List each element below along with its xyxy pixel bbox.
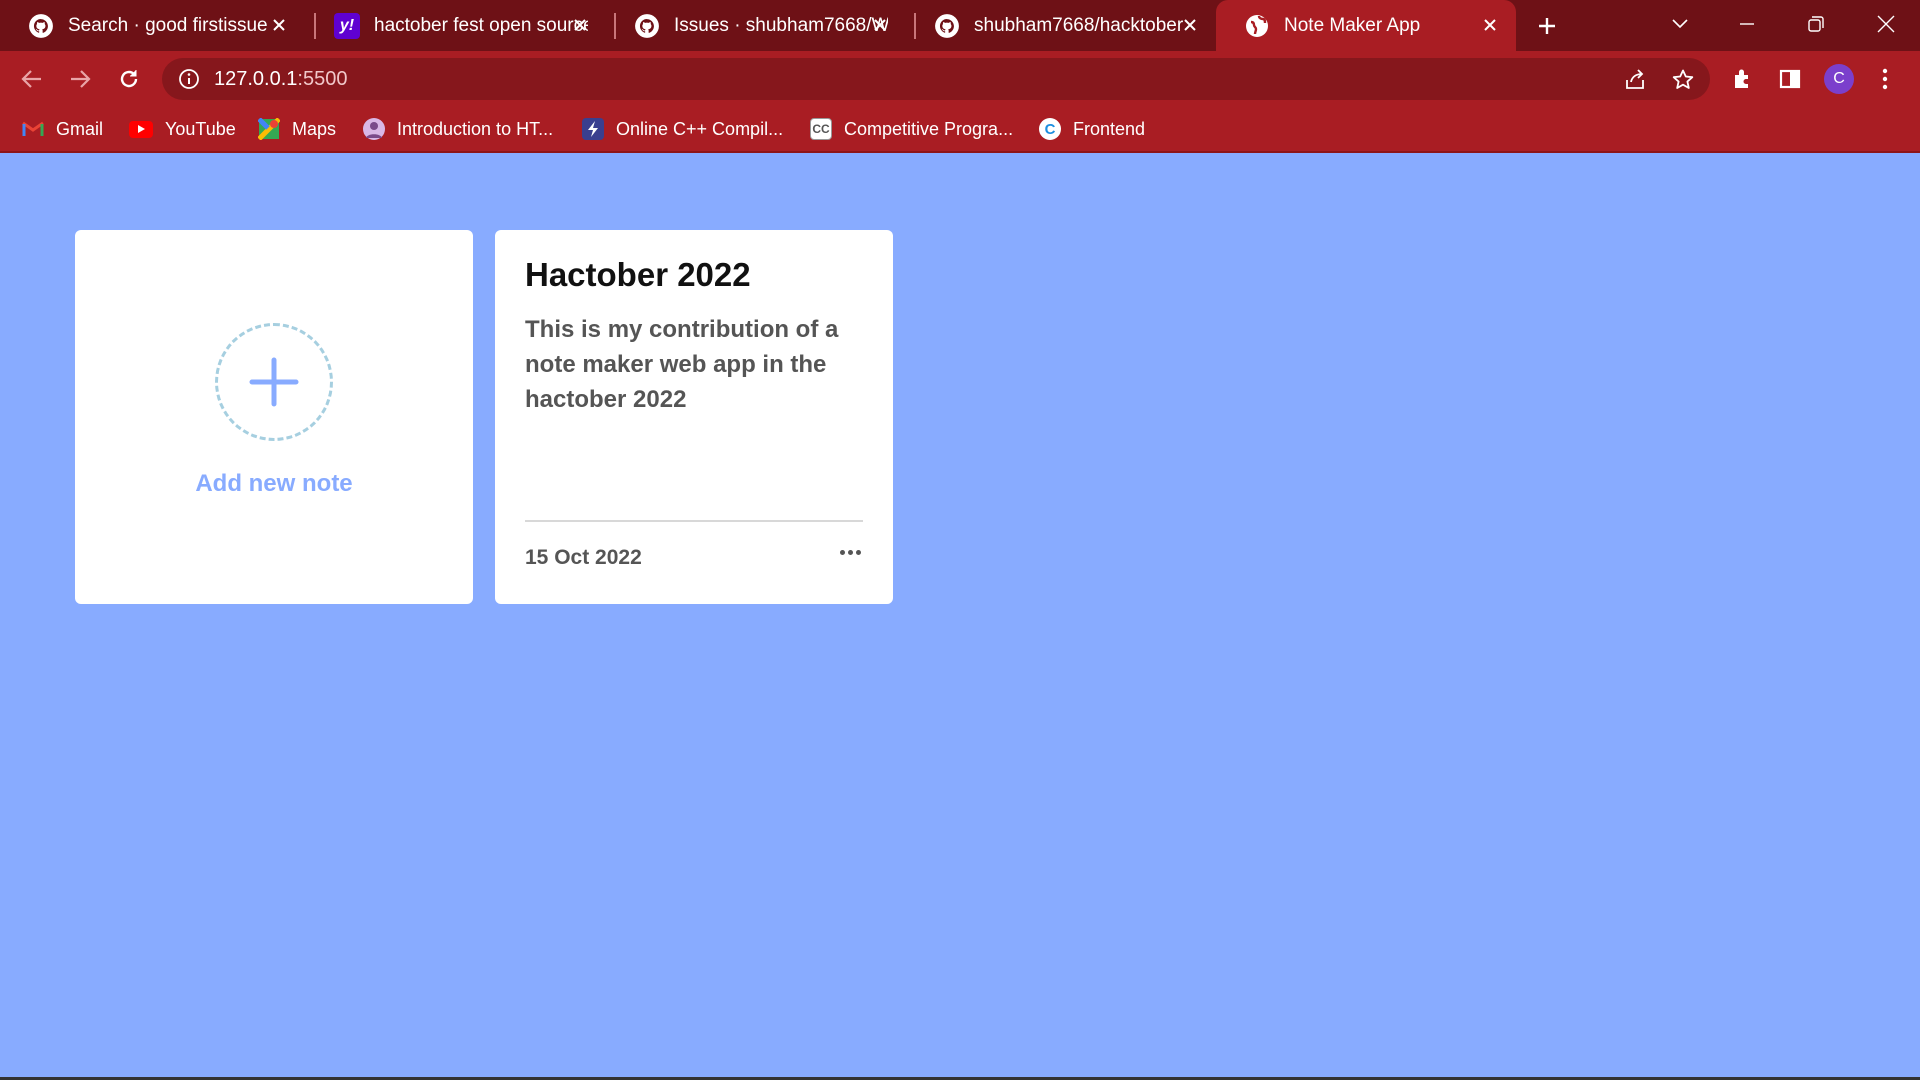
tab-title: Issues · shubham7668/We: [674, 14, 888, 36]
note-date: 15 Oct 2022: [525, 546, 642, 569]
tab-note-maker[interactable]: Note Maker App: [1216, 0, 1516, 51]
side-panel-button[interactable]: [1771, 60, 1809, 98]
arrow-left-icon: [21, 70, 41, 88]
address-bar[interactable]: 127.0.0.1:5500: [162, 58, 1710, 100]
profile-avatar[interactable]: C: [1824, 64, 1854, 94]
tab-yahoo-search[interactable]: y! hactober fest open source: [306, 0, 606, 51]
avatar-icon: [363, 118, 385, 140]
note-divider: [525, 520, 863, 522]
new-tab-button[interactable]: [1532, 11, 1562, 41]
bookmarks-bar: Gmail YouTube Maps Introduction to HT...…: [0, 106, 1920, 153]
bookmark-label: Frontend: [1073, 118, 1146, 139]
star-icon[interactable]: [1670, 67, 1696, 93]
bookmark-label: Maps: [292, 118, 337, 139]
bookmark-label: YouTube: [165, 118, 236, 139]
tab-title: hactober fest open source: [374, 14, 588, 36]
tab-github-repo[interactable]: shubham7668/hacktober: [906, 0, 1216, 51]
tab-github-issues[interactable]: Issues · shubham7668/We: [606, 0, 906, 51]
bookmark-intro-html[interactable]: Introduction to HT...: [363, 115, 553, 143]
add-note-card[interactable]: Add new note: [75, 230, 473, 604]
bookmark-frontend[interactable]: C Frontend: [1039, 115, 1145, 143]
arrow-right-icon: [71, 70, 91, 88]
bookmark-maps[interactable]: Maps: [258, 115, 336, 143]
back-button[interactable]: [13, 60, 51, 98]
cc-icon: CC: [810, 118, 832, 140]
bookmark-online-cpp[interactable]: Online C++ Compil...: [582, 115, 783, 143]
url-port: :5500: [297, 68, 348, 90]
close-icon[interactable]: [868, 13, 892, 37]
add-note-label[interactable]: Add new note: [75, 470, 473, 498]
minimize-icon: [1740, 23, 1754, 25]
url-text[interactable]: 127.0.0.1:5500: [214, 68, 347, 91]
close-window-button[interactable]: [1866, 4, 1906, 44]
restore-icon: [1808, 16, 1824, 32]
tab-title: Search · good firstissue: [68, 14, 268, 36]
youtube-icon: [129, 120, 153, 138]
note-options-button[interactable]: [835, 542, 865, 562]
tab-search-button[interactable]: [1660, 4, 1700, 44]
note-title: Hactober 2022: [525, 256, 751, 293]
browser-menu-button[interactable]: [1866, 60, 1904, 98]
bookmark-youtube[interactable]: YouTube: [129, 115, 236, 143]
dot: [839, 549, 845, 555]
github-icon: [934, 13, 960, 39]
browser-tab-strip: Search · good firstissue y! hactober fes…: [0, 0, 1920, 51]
add-note-circle[interactable]: [215, 323, 333, 441]
plus-icon: [1539, 18, 1555, 34]
url-host: 127.0.0.1: [214, 68, 298, 90]
c-logo-icon: C: [1039, 118, 1061, 140]
puzzle-icon: [1735, 69, 1748, 88]
extensions-button[interactable]: [1724, 60, 1762, 98]
tab-title: Note Maker App: [1284, 14, 1421, 36]
maps-icon: [258, 118, 280, 140]
close-icon[interactable]: [267, 13, 291, 37]
yahoo-icon: y!: [334, 12, 360, 39]
dot: [847, 549, 853, 555]
close-icon[interactable]: [1178, 13, 1202, 37]
share-icon[interactable]: [1622, 67, 1648, 93]
bookmark-label: Competitive Progra...: [844, 118, 1014, 139]
dot: [855, 549, 861, 555]
globe-icon: [1244, 13, 1270, 39]
note-card: Hactober 2022 This is my contribution of…: [495, 230, 893, 604]
bookmark-label: Introduction to HT...: [397, 118, 554, 139]
info-icon[interactable]: [178, 68, 200, 90]
tab-github-search[interactable]: Search · good firstissue: [0, 0, 305, 51]
lightning-icon: [582, 118, 604, 140]
bookmark-competitive-programming[interactable]: CC Competitive Progra...: [810, 115, 1013, 143]
github-icon: [28, 13, 54, 39]
close-icon[interactable]: [568, 13, 592, 37]
bookmark-gmail[interactable]: Gmail: [22, 115, 103, 143]
side-panel-icon: [1779, 69, 1801, 89]
plus-icon: [249, 357, 299, 407]
close-icon[interactable]: [1478, 13, 1502, 37]
browser-toolbar: 127.0.0.1:5500 C: [0, 51, 1920, 106]
bookmark-label: Gmail: [56, 118, 104, 139]
chevron-down-icon: [1672, 19, 1688, 29]
reload-button[interactable]: [110, 60, 148, 98]
gmail-icon: [22, 118, 44, 140]
close-icon: [1877, 15, 1895, 33]
restore-button[interactable]: [1796, 4, 1836, 44]
forward-button[interactable]: [61, 60, 99, 98]
minimize-button[interactable]: [1727, 4, 1767, 44]
bookmark-label: Online C++ Compil...: [616, 118, 784, 139]
kebab-menu-icon: [1882, 68, 1888, 90]
github-icon: [634, 13, 660, 39]
note-body: This is my contribution of a note maker …: [525, 316, 839, 413]
tab-title: shubham7668/hacktober: [974, 14, 1184, 36]
reload-icon: [120, 70, 138, 88]
